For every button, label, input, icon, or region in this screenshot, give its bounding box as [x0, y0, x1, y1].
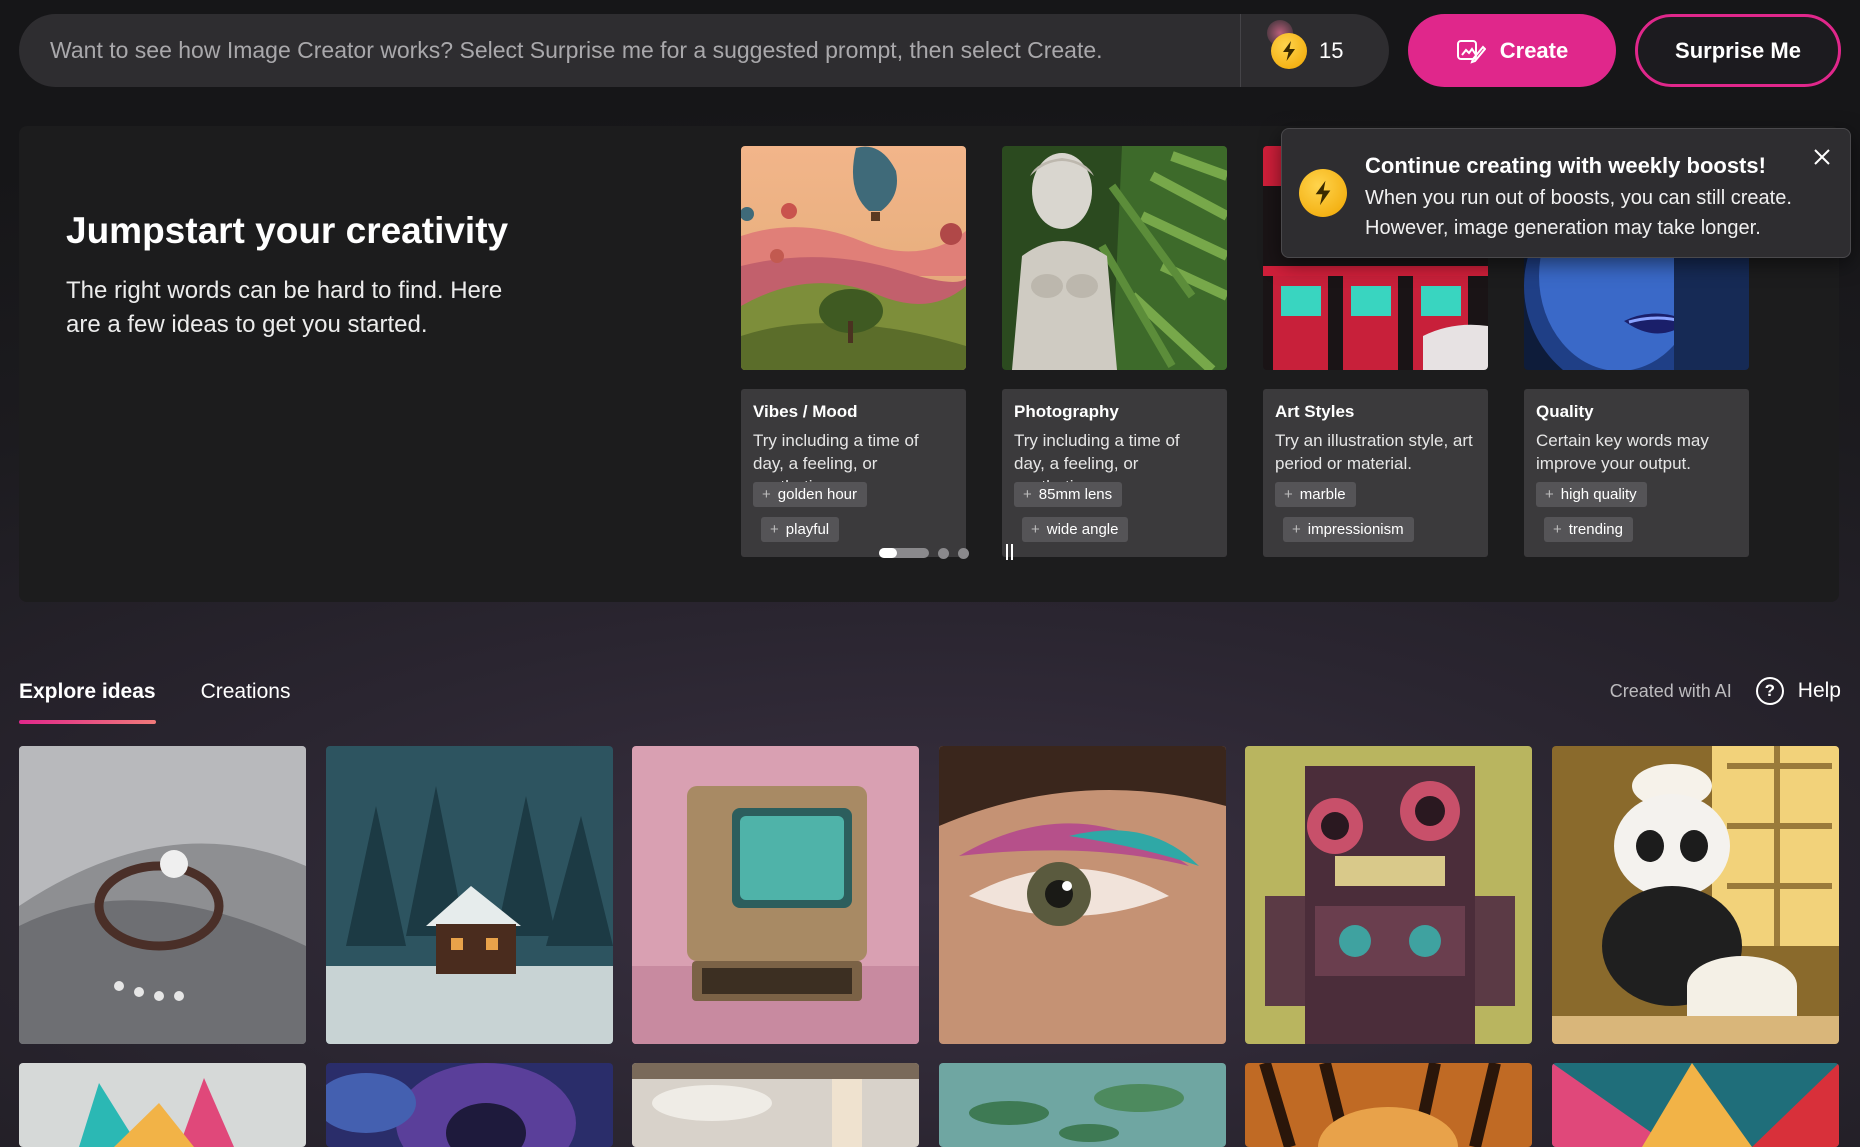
pause-icon[interactable]	[1006, 544, 1016, 560]
carousel-dot-active[interactable]	[879, 548, 929, 558]
create-icon	[1456, 39, 1486, 64]
tab-creations[interactable]: Creations	[201, 680, 291, 724]
create-button[interactable]: Create	[1408, 14, 1616, 87]
boost-bolt-icon	[1299, 169, 1347, 217]
tip-name: Vibes / Mood	[753, 402, 858, 421]
gallery-image-snow-cabin[interactable]	[326, 746, 613, 1044]
tip-image-balloons	[741, 146, 966, 370]
tip-card-photography: Photography Try including a time of day,…	[1002, 146, 1227, 557]
create-label: Create	[1499, 37, 1569, 63]
tip-box: Art Styles Try an illustration style, ar…	[1263, 389, 1488, 557]
tip-card-vibes-mood: Vibes / Mood Try including a time of day…	[741, 146, 966, 557]
help-icon: ?	[1755, 677, 1784, 705]
surprise-me-button[interactable]: Surprise Me	[1635, 14, 1841, 87]
boost-counter[interactable]: 15	[1241, 14, 1389, 87]
weekly-boosts-toast: Continue creating with weekly boosts! Wh…	[1281, 128, 1851, 258]
plus-icon: +	[1553, 521, 1562, 538]
gallery-image-panda-chef[interactable]	[1552, 746, 1839, 1044]
tip-box: Quality Certain key words may improve yo…	[1524, 389, 1749, 557]
chip-marble[interactable]: + marble	[1275, 482, 1356, 507]
chip-label: playful	[785, 521, 830, 538]
chip-impressionism[interactable]: + impressionism	[1283, 517, 1414, 542]
top-bar: Want to see how Image Creator works? Sel…	[19, 14, 1841, 87]
chip-trending[interactable]: + trending	[1544, 517, 1633, 542]
gallery-image-geometric-art[interactable]	[1552, 1063, 1839, 1147]
tip-text: Try an illustration style, art period or…	[1275, 431, 1473, 473]
tip-box: Photography Try including a time of day,…	[1002, 389, 1227, 557]
jumpstart-title: Jumpstart your creativity	[66, 210, 509, 251]
gallery-image-tiger[interactable]	[1245, 1063, 1532, 1147]
close-icon[interactable]	[1812, 147, 1832, 167]
chip-high-quality[interactable]: + high quality	[1536, 482, 1647, 507]
chip-85mm-lens[interactable]: + 85mm lens	[1014, 482, 1123, 507]
tip-box: Vibes / Mood Try including a time of day…	[741, 389, 966, 557]
created-with-ai-label: Created with AI	[1609, 680, 1732, 701]
plus-icon: +	[1023, 486, 1032, 503]
tip-image-statue	[1002, 146, 1227, 370]
boost-bolt-icon	[1271, 32, 1307, 69]
boost-count: 15	[1319, 37, 1344, 63]
prompt-input-bar[interactable]: Want to see how Image Creator works? Sel…	[19, 14, 1389, 87]
toast-title: Continue creating with weekly boosts!	[1365, 153, 1766, 178]
chip-playful[interactable]: + playful	[761, 517, 840, 542]
gallery-image-pearl-ring[interactable]	[19, 746, 306, 1044]
tab-explore-ideas[interactable]: Explore ideas	[19, 680, 156, 724]
chip-golden-hour[interactable]: + golden hour	[753, 482, 867, 507]
prompt-input[interactable]: Want to see how Image Creator works? Sel…	[19, 37, 1240, 64]
toast-body: When you run out of boosts, you can stil…	[1365, 187, 1792, 239]
help-button[interactable]: ? Help	[1755, 677, 1841, 705]
gallery-tools: Created with AI ? Help	[1610, 677, 1841, 705]
plus-icon: +	[1545, 486, 1554, 503]
gallery-image-lily-pond[interactable]	[939, 1063, 1226, 1147]
gallery-image-eye-makeup[interactable]	[939, 746, 1226, 1044]
tip-name: Photography	[1014, 402, 1119, 421]
tip-name: Art Styles	[1275, 402, 1355, 421]
chip-label: impressionism	[1307, 521, 1404, 538]
plus-icon: +	[770, 521, 779, 538]
carousel-indicators	[879, 547, 969, 559]
gallery-image-colorful-cat[interactable]	[19, 1063, 306, 1147]
jumpstart-description: The right words can be hard to find. Her…	[66, 277, 503, 338]
gallery-image-purple-flower[interactable]	[326, 1063, 613, 1147]
chip-wide-angle[interactable]: + wide angle	[1022, 517, 1129, 542]
carousel-dot[interactable]	[958, 547, 969, 559]
chip-label: trending	[1568, 521, 1623, 538]
carousel-dot[interactable]	[938, 547, 949, 559]
help-label: Help	[1797, 679, 1841, 702]
gallery-image-retro-computer[interactable]	[632, 746, 919, 1044]
chip-label: wide angle	[1046, 521, 1119, 538]
gallery-tabs: Explore ideas Creations	[19, 680, 290, 724]
gallery-image-dinner-table[interactable]	[632, 1063, 919, 1147]
chip-label: 85mm lens	[1038, 486, 1113, 503]
tip-text: Certain key words may improve your outpu…	[1536, 431, 1709, 473]
tip-name: Quality	[1536, 402, 1594, 421]
chip-label: golden hour	[777, 486, 857, 503]
plus-icon: +	[1292, 521, 1301, 538]
chip-label: marble	[1299, 486, 1346, 503]
gallery-image-robot[interactable]	[1245, 746, 1532, 1044]
plus-icon: +	[1284, 486, 1293, 503]
chip-label: high quality	[1560, 486, 1637, 503]
plus-icon: +	[762, 486, 771, 503]
plus-icon: +	[1031, 521, 1040, 538]
surprise-me-label: Surprise Me	[1675, 37, 1801, 63]
